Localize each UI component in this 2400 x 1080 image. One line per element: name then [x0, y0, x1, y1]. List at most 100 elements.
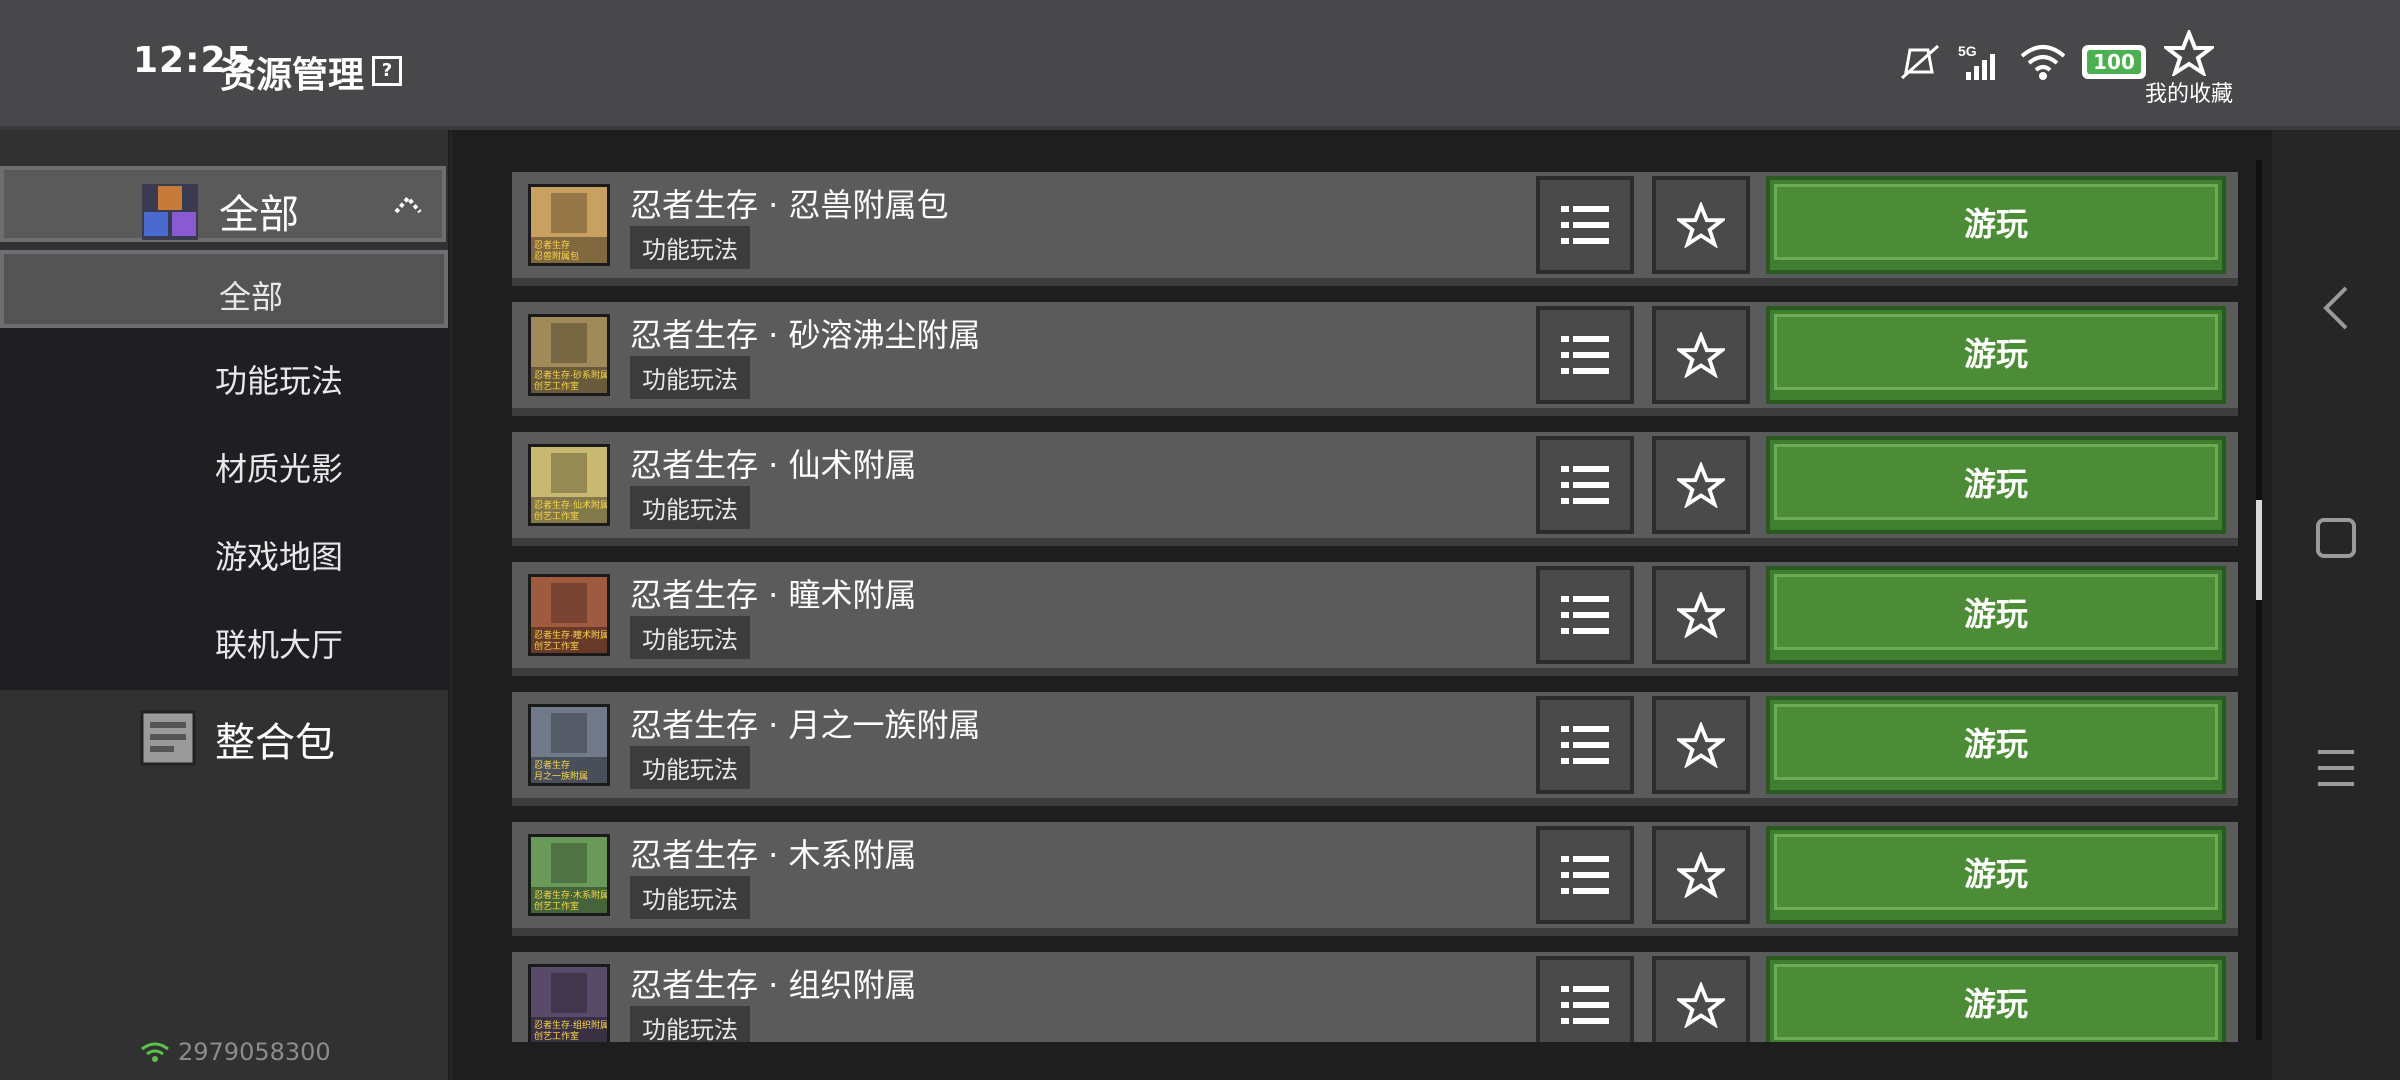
- subcategory-label: 联机大厅: [215, 626, 344, 664]
- favorites-button[interactable]: 我的收藏: [2145, 27, 2234, 108]
- top-bar: 12:25 资源管理 ? 5G 100 我的收藏: [0, 0, 2400, 130]
- details-button[interactable]: [1536, 176, 1634, 274]
- favorite-button[interactable]: [1652, 696, 1750, 794]
- resource-row[interactable]: 忍者生存 忍兽附属包 忍者生存 · 忍兽附属包 功能玩法 游玩: [512, 172, 2238, 286]
- status-icons: 5G 100: [1898, 40, 2146, 84]
- details-button[interactable]: [1536, 696, 1634, 794]
- play-button[interactable]: 游玩: [1766, 566, 2226, 664]
- svg-text:忍者生存·瞳术附属: 忍者生存·瞳术附属: [534, 629, 607, 640]
- list-icon: [1561, 596, 1609, 634]
- chevron-up-icon: [394, 194, 422, 214]
- svg-text:忍者生存·组织附属: 忍者生存·组织附属: [534, 1019, 607, 1030]
- svg-text:忍兽附属包: 忍兽附属包: [534, 250, 579, 261]
- account-id: 2979058300: [140, 1038, 331, 1066]
- subcategory-gameplay[interactable]: 功能玩法: [0, 338, 448, 416]
- home-icon[interactable]: [2312, 510, 2360, 566]
- star-icon: [1677, 722, 1725, 768]
- play-button-label: 游玩: [1774, 834, 2218, 910]
- resource-row[interactable]: 忍者生存·木系附属 创艺工作室 忍者生存 · 木系附属 功能玩法 游玩: [512, 822, 2238, 936]
- page-title: 资源管理: [220, 55, 365, 96]
- subcategory-all[interactable]: 全部: [0, 250, 448, 328]
- subcategory-textures[interactable]: 材质光影: [0, 426, 448, 504]
- details-button[interactable]: [1536, 826, 1634, 924]
- category-header-all[interactable]: 全部: [0, 166, 446, 242]
- resource-name: 忍者生存 · 砂溶沸尘附属: [630, 316, 981, 354]
- svg-text:月之一族附属: 月之一族附属: [534, 770, 588, 781]
- play-button[interactable]: 游玩: [1766, 306, 2226, 404]
- resource-name: 忍者生存 · 忍兽附属包: [630, 186, 949, 224]
- resource-thumbnail: 忍者生存·组织附属 创艺工作室: [528, 964, 610, 1042]
- scrollbar[interactable]: [2256, 160, 2262, 1040]
- favorites-label: 我的收藏: [2145, 82, 2234, 107]
- resource-name: 忍者生存 · 仙术附属: [630, 446, 917, 484]
- document-icon: [140, 710, 196, 766]
- play-button-label: 游玩: [1774, 184, 2218, 260]
- favorite-button[interactable]: [1652, 956, 1750, 1042]
- resource-row[interactable]: 忍者生存·仙术附属 创艺工作室 忍者生存 · 仙术附属 功能玩法 游玩: [512, 432, 2238, 546]
- back-icon[interactable]: [2312, 280, 2360, 336]
- resource-row[interactable]: 忍者生存·组织附属 创艺工作室 忍者生存 · 组织附属 功能玩法 游玩: [512, 952, 2238, 1042]
- resource-tag: 功能玩法: [630, 226, 750, 269]
- star-icon: [1677, 202, 1725, 248]
- scrollbar-thumb[interactable]: [2256, 500, 2262, 600]
- resource-thumbnail: 忍者生存·瞳术附属 创艺工作室: [528, 574, 610, 656]
- subcategory-label: 游戏地图: [215, 538, 344, 576]
- play-button[interactable]: 游玩: [1766, 696, 2226, 794]
- list-icon: [1561, 856, 1609, 894]
- star-icon: [1677, 462, 1725, 508]
- resource-name: 忍者生存 · 月之一族附属: [630, 706, 981, 744]
- menu-icon[interactable]: [2312, 740, 2360, 796]
- star-icon: [1677, 852, 1725, 898]
- play-button[interactable]: 游玩: [1766, 956, 2226, 1042]
- resource-tag: 功能玩法: [630, 356, 750, 399]
- resource-row[interactable]: 忍者生存·砂系附属 创艺工作室 忍者生存 · 砂溶沸尘附属 功能玩法 游玩: [512, 302, 2238, 416]
- details-button[interactable]: [1536, 566, 1634, 664]
- system-nav-bar: [2272, 130, 2400, 1080]
- svg-text:创艺工作室: 创艺工作室: [534, 1030, 579, 1041]
- resource-thumbnail: 忍者生存·仙术附属 创艺工作室: [528, 444, 610, 526]
- wifi-icon: [2020, 45, 2066, 80]
- resource-tag: 功能玩法: [630, 876, 750, 919]
- resource-name: 忍者生存 · 瞳术附属: [630, 576, 917, 614]
- play-button[interactable]: 游玩: [1766, 436, 2226, 534]
- svg-text:忍者生存: 忍者生存: [534, 759, 570, 770]
- favorite-button[interactable]: [1652, 826, 1750, 924]
- list-icon: [1561, 726, 1609, 764]
- resource-list: 忍者生存 忍兽附属包 忍者生存 · 忍兽附属包 功能玩法 游玩 忍者生存·砂系附…: [512, 172, 2238, 1042]
- favorite-button[interactable]: [1652, 176, 1750, 274]
- svg-text:创艺工作室: 创艺工作室: [534, 640, 579, 651]
- star-icon: [1677, 982, 1725, 1028]
- star-icon: [2161, 27, 2217, 78]
- play-button[interactable]: 游玩: [1766, 826, 2226, 924]
- list-icon: [1561, 986, 1609, 1024]
- resource-thumbnail: 忍者生存 忍兽附属包: [528, 184, 610, 266]
- list-icon: [1561, 466, 1609, 504]
- star-icon: [1677, 592, 1725, 638]
- subcategory-maps[interactable]: 游戏地图: [0, 514, 448, 592]
- resource-row[interactable]: 忍者生存 月之一族附属 忍者生存 · 月之一族附属 功能玩法 游玩: [512, 692, 2238, 806]
- favorite-button[interactable]: [1652, 436, 1750, 534]
- play-button[interactable]: 游玩: [1766, 176, 2226, 274]
- resource-tag: 功能玩法: [630, 1006, 750, 1042]
- details-button[interactable]: [1536, 956, 1634, 1042]
- category-modpack-label: 整合包: [215, 720, 335, 766]
- details-button[interactable]: [1536, 436, 1634, 534]
- list-icon: [1561, 206, 1609, 244]
- category-all-label: 全部: [219, 192, 299, 238]
- favorite-button[interactable]: [1652, 306, 1750, 404]
- list-icon: [1561, 336, 1609, 374]
- battery-icon: 100: [2082, 45, 2146, 79]
- help-icon[interactable]: ?: [372, 56, 402, 86]
- resource-tag: 功能玩法: [630, 616, 750, 659]
- subcategory-label: 材质光影: [215, 450, 344, 488]
- resource-row[interactable]: 忍者生存·瞳术附属 创艺工作室 忍者生存 · 瞳术附属 功能玩法 游玩: [512, 562, 2238, 676]
- resource-name: 忍者生存 · 组织附属: [630, 966, 917, 1004]
- favorite-button[interactable]: [1652, 566, 1750, 664]
- category-modpack[interactable]: 整合包: [0, 696, 448, 788]
- resource-thumbnail: 忍者生存·砂系附属 创艺工作室: [528, 314, 610, 396]
- category-all-icon: [142, 184, 198, 240]
- details-button[interactable]: [1536, 306, 1634, 404]
- subcategory-multiplayer[interactable]: 联机大厅: [0, 602, 448, 680]
- resource-thumbnail: 忍者生存·木系附属 创艺工作室: [528, 834, 610, 916]
- play-button-label: 游玩: [1774, 964, 2218, 1040]
